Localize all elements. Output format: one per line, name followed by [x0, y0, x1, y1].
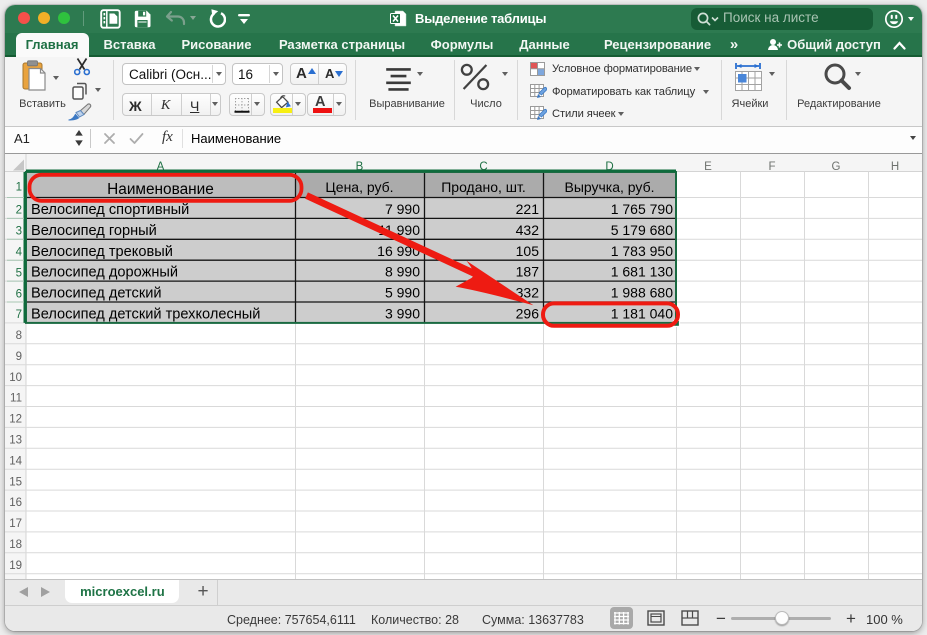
svg-text:G: G: [832, 161, 841, 173]
svg-text:1 988 680: 1 988 680: [611, 284, 673, 300]
svg-text:1: 1: [16, 181, 22, 193]
svg-text:B: B: [356, 161, 364, 173]
svg-text:19: 19: [9, 559, 22, 571]
svg-text:105: 105: [516, 242, 540, 258]
svg-text:5: 5: [16, 267, 22, 279]
svg-text:13: 13: [9, 434, 22, 446]
svg-text:5 990: 5 990: [385, 284, 420, 300]
svg-text:C: C: [479, 161, 487, 173]
svg-text:6: 6: [16, 288, 22, 300]
svg-text:1 681 130: 1 681 130: [611, 263, 673, 279]
svg-text:1 783 950: 1 783 950: [611, 242, 673, 258]
svg-text:Велосипед спортивный: Велосипед спортивный: [31, 202, 189, 218]
svg-text:D: D: [605, 161, 613, 173]
svg-text:Велосипед детский трехколесный: Велосипед детский трехколесный: [31, 306, 260, 322]
svg-text:F: F: [768, 161, 775, 173]
svg-text:14: 14: [9, 455, 22, 467]
svg-text:8 990: 8 990: [385, 263, 420, 279]
svg-text:15: 15: [9, 476, 22, 488]
svg-text:9: 9: [16, 350, 22, 362]
svg-text:Велосипед горный: Велосипед горный: [31, 222, 157, 238]
svg-text:296: 296: [516, 305, 540, 321]
svg-text:Выручка, руб.: Выручка, руб.: [564, 179, 654, 195]
svg-text:Велосипед дорожный: Велосипед дорожный: [31, 264, 178, 280]
svg-text:Продано, шт.: Продано, шт.: [441, 179, 526, 195]
svg-text:Наименование: Наименование: [107, 181, 214, 198]
svg-text:8: 8: [16, 330, 22, 342]
svg-text:1 181 040: 1 181 040: [611, 305, 673, 321]
svg-text:7: 7: [16, 309, 22, 321]
svg-text:3: 3: [16, 225, 22, 237]
svg-text:H: H: [891, 161, 899, 173]
svg-text:A: A: [157, 161, 165, 173]
svg-text:10: 10: [9, 371, 22, 383]
svg-text:11: 11: [10, 392, 22, 404]
svg-text:432: 432: [516, 221, 540, 237]
svg-text:16: 16: [9, 497, 22, 509]
svg-text:221: 221: [516, 201, 540, 217]
svg-text:12: 12: [9, 413, 22, 425]
svg-text:Велосипед трековый: Велосипед трековый: [31, 243, 173, 259]
svg-text:17: 17: [9, 518, 22, 530]
svg-text:E: E: [704, 161, 712, 173]
svg-text:1 765 790: 1 765 790: [611, 201, 673, 217]
svg-text:187: 187: [516, 263, 540, 279]
svg-text:7 990: 7 990: [385, 201, 420, 217]
svg-text:5 179 680: 5 179 680: [611, 221, 673, 237]
svg-text:3 990: 3 990: [385, 305, 420, 321]
svg-text:18: 18: [9, 539, 22, 551]
svg-text:4: 4: [16, 246, 23, 258]
svg-text:Цена, руб.: Цена, руб.: [325, 179, 393, 195]
svg-text:2: 2: [16, 204, 22, 216]
svg-text:Велосипед детский: Велосипед детский: [31, 285, 162, 301]
